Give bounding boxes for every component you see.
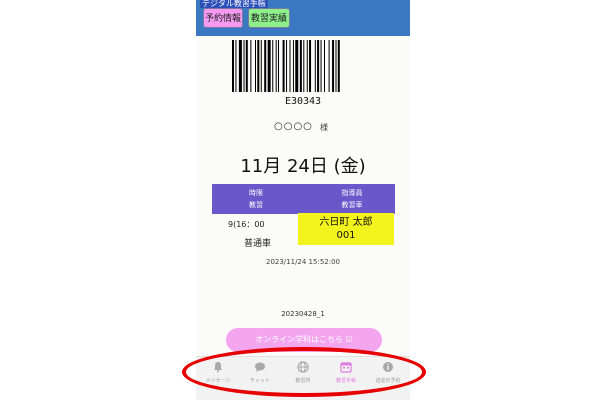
bell-icon bbox=[213, 362, 223, 373]
barcode-bar bbox=[255, 40, 256, 92]
barcode-number: E30343 bbox=[284, 96, 322, 107]
honorific: 様 bbox=[320, 123, 328, 132]
reservation-date: 11月 24日 (金) bbox=[240, 156, 366, 177]
tab-training-record[interactable]: 教習実績 bbox=[248, 8, 290, 28]
barcode-bar bbox=[289, 40, 291, 92]
barcode-bar bbox=[320, 40, 322, 92]
barcode-bar bbox=[309, 40, 312, 92]
nav-item-message[interactable]: メッセージ bbox=[197, 361, 239, 384]
barcode-bar bbox=[324, 40, 325, 92]
nav-item-handbook[interactable]: 教習手帳 bbox=[325, 361, 367, 384]
issued-timestamp: 2023/11/24 15:52:00 bbox=[265, 258, 340, 266]
lesson-time: 9(16：00 bbox=[228, 220, 265, 229]
lesson-header-band: 時限 教習 指導員 教習車 bbox=[212, 184, 395, 214]
barcode-bar bbox=[245, 40, 248, 92]
tab-reservation-info[interactable]: 予約情報 bbox=[203, 8, 243, 28]
version-code: 20230428_1 bbox=[281, 310, 325, 318]
barcode-bar bbox=[292, 40, 294, 92]
nav-item-school[interactable]: 教習所 bbox=[282, 361, 324, 384]
instructor-label: 指導員 bbox=[341, 189, 363, 197]
period-label: 時限 bbox=[249, 189, 263, 197]
barcode-bar bbox=[299, 40, 302, 92]
lesson-label: 教習 bbox=[249, 201, 263, 209]
barcode-bar bbox=[328, 40, 330, 92]
calendar-icon bbox=[340, 362, 352, 373]
barcode-bar bbox=[337, 40, 340, 92]
barcode-bar bbox=[250, 40, 252, 92]
nav-label-handbook: 教習手帳 bbox=[335, 378, 356, 384]
barcode-bar bbox=[267, 40, 271, 92]
car-number: 001 bbox=[336, 230, 356, 241]
app-title: デジタル教習手帳 bbox=[200, 0, 268, 8]
nav-item-pickup[interactable]: 送迎の予約 bbox=[367, 361, 409, 384]
barcode-bar bbox=[232, 40, 234, 92]
barcode-bar bbox=[260, 40, 262, 92]
barcode-bar bbox=[235, 40, 237, 92]
barcode-bar bbox=[238, 40, 242, 92]
car-label: 教習車 bbox=[341, 201, 363, 209]
barcode-bar bbox=[275, 40, 277, 92]
barcode-bar bbox=[335, 40, 337, 92]
barcode bbox=[232, 40, 340, 92]
period-lesson-header: 時限 教習 bbox=[216, 187, 296, 211]
chat-bubble-icon bbox=[255, 362, 265, 372]
barcode-bar bbox=[243, 40, 245, 92]
nav-label-chat: チャット bbox=[250, 378, 270, 384]
info-icon bbox=[383, 362, 393, 372]
barcode-bar bbox=[264, 40, 267, 92]
screenshot-stage: デジタル教習手帳 予約情報 教習実績 E30343 ○○○○ 様 11月 24日… bbox=[0, 0, 600, 400]
barcode-bar bbox=[278, 40, 279, 92]
nav-label-message: メッセージ bbox=[205, 378, 231, 384]
barcode-bar bbox=[303, 40, 305, 92]
barcode-bar bbox=[306, 40, 308, 92]
instructor-name: 六日町 太郎 bbox=[319, 217, 373, 228]
barcode-bar bbox=[314, 40, 316, 92]
nav-label-pickup: 送迎の予約 bbox=[375, 378, 401, 384]
student-name: ○○○○ bbox=[274, 121, 313, 132]
barcode-bar bbox=[257, 40, 260, 92]
barcode-bar bbox=[295, 40, 299, 92]
nav-item-chat[interactable]: チャット bbox=[239, 361, 281, 384]
barcode-bar bbox=[286, 40, 288, 92]
instructor-car-header: 指導員 教習車 bbox=[312, 187, 392, 211]
online-lecture-button[interactable]: オンライン学科はこちら ☑ bbox=[226, 328, 382, 352]
barcode-bar bbox=[317, 40, 320, 92]
nav-label-school: 教習所 bbox=[295, 378, 311, 384]
instructor-info: 六日町 太郎 001 bbox=[298, 213, 394, 245]
vehicle-type: 普通車 bbox=[244, 239, 272, 249]
globe-icon bbox=[297, 361, 309, 373]
barcode-bar bbox=[282, 40, 285, 92]
phone-screen: デジタル教習手帳 予約情報 教習実績 E30343 ○○○○ 様 11月 24日… bbox=[196, 0, 410, 400]
app-header: デジタル教習手帳 予約情報 教習実績 bbox=[196, 0, 410, 36]
barcode-bar bbox=[332, 40, 335, 92]
barcode-bar bbox=[272, 40, 274, 92]
bottom-nav: メッセージ チャット 教習所 教習手帳 送迎の予約 bbox=[196, 356, 410, 400]
